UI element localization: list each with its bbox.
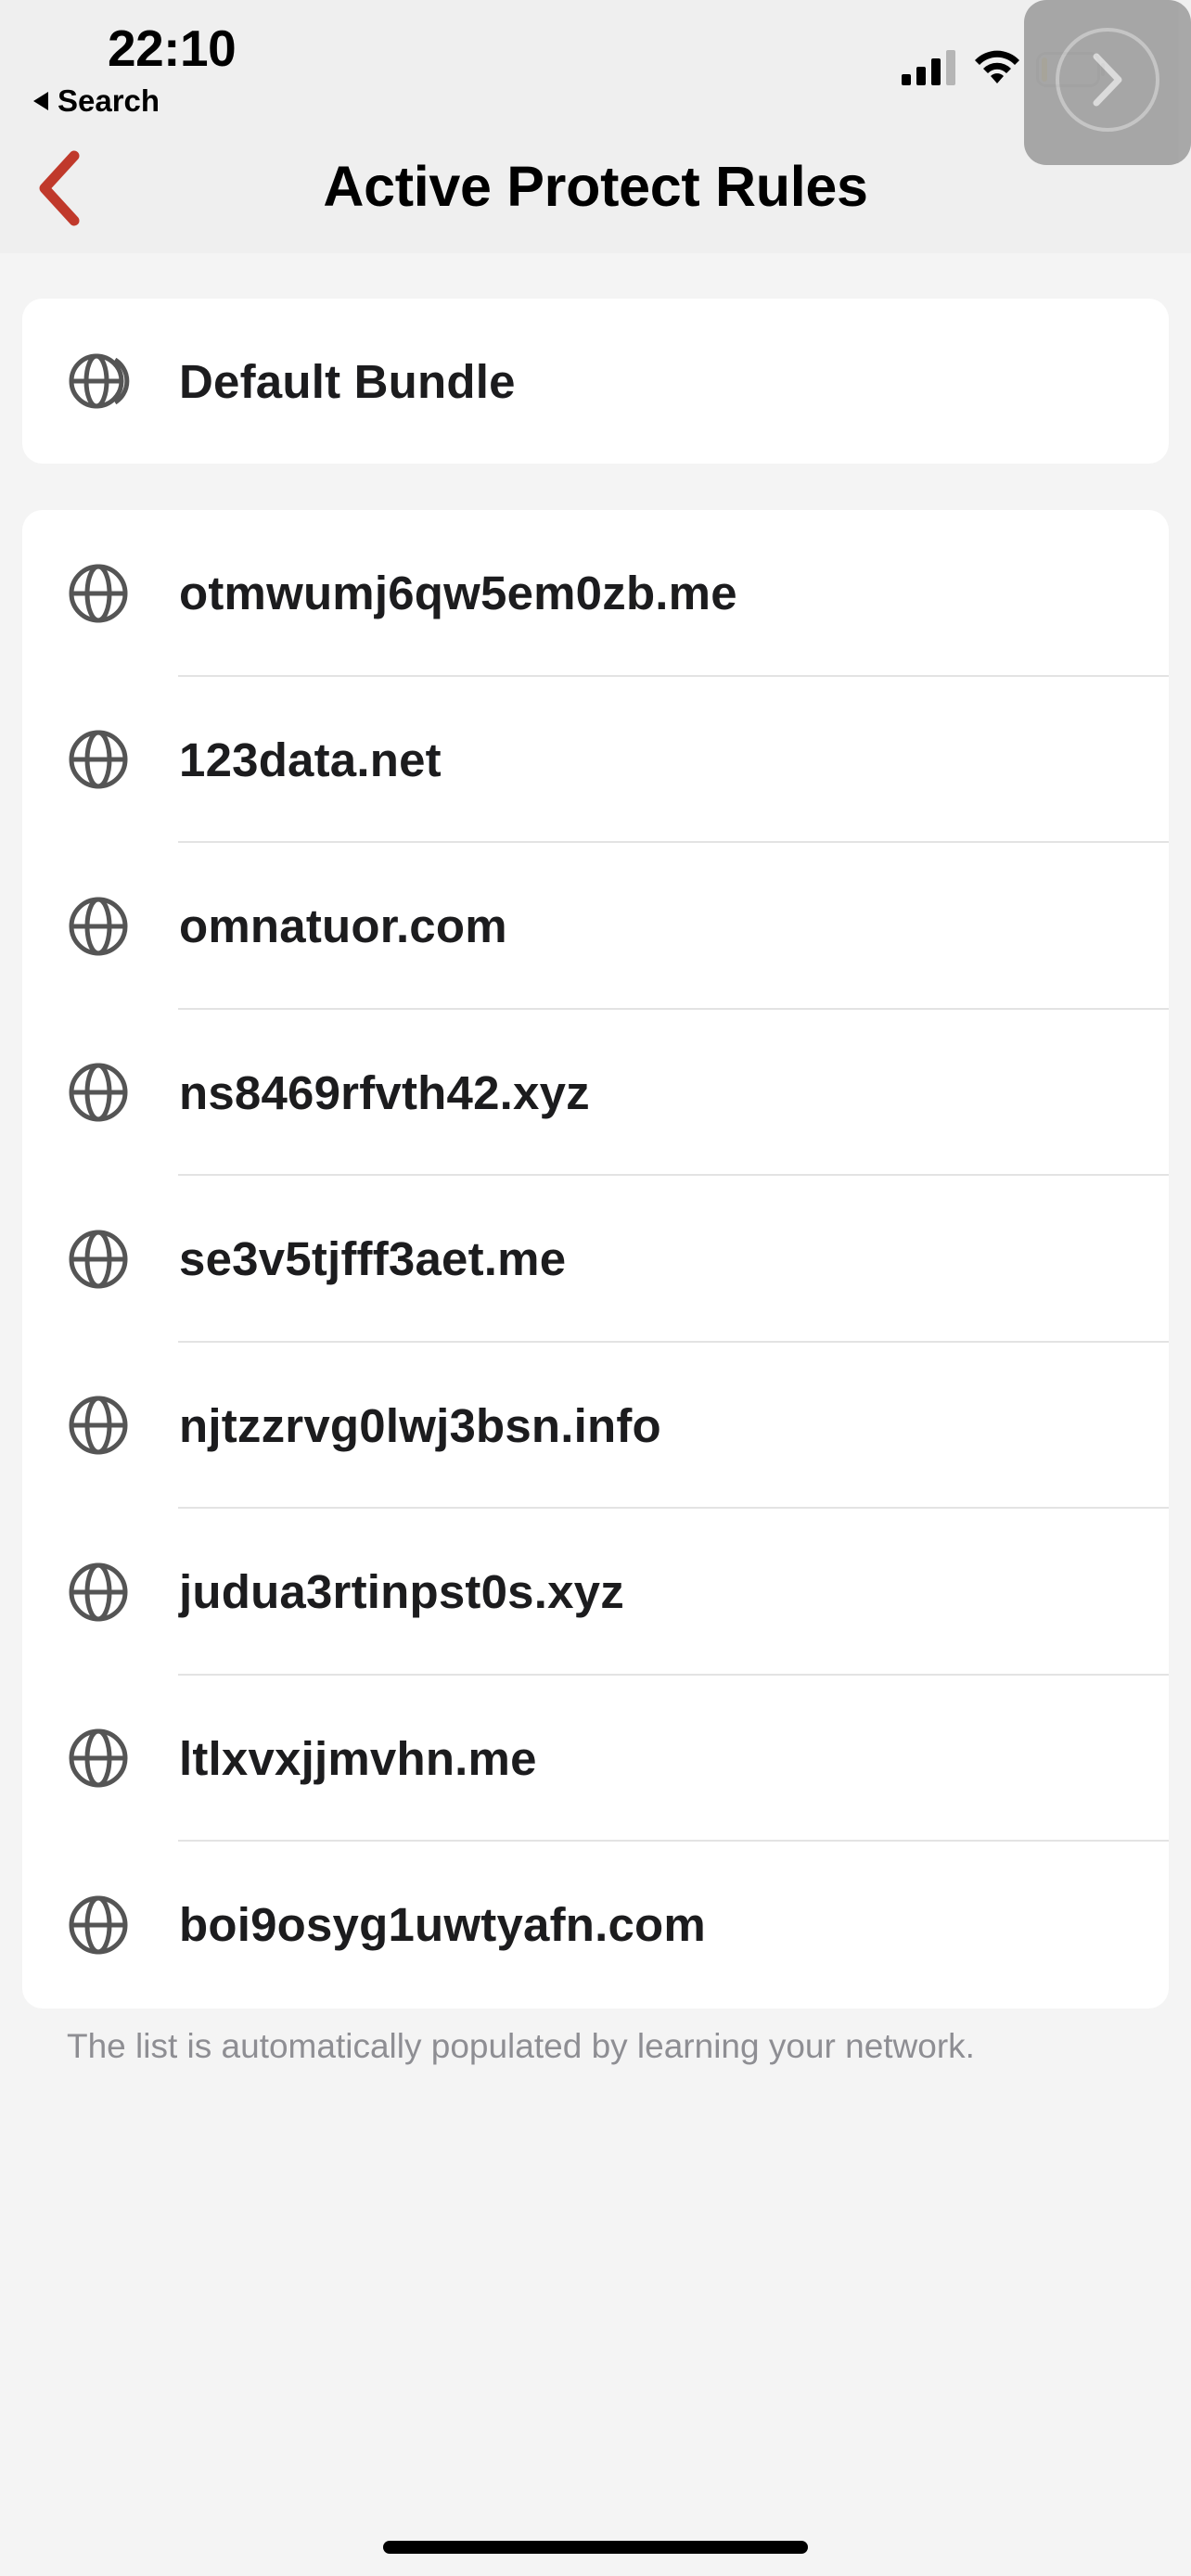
globe-icon — [69, 564, 128, 623]
list-item[interactable]: omnatuor.com — [22, 843, 1169, 1010]
list-item[interactable]: otmwumj6qw5em0zb.me — [22, 510, 1169, 677]
list-item[interactable]: njtzzrvg0lwj3bsn.info — [22, 1343, 1169, 1509]
back-to-app-button[interactable]: Search — [33, 83, 160, 119]
rule-domain-label: se3v5tjfff3aet.me — [179, 1232, 567, 1286]
status-time: 22:10 — [108, 19, 237, 77]
chevron-right-icon — [1093, 53, 1122, 107]
default-bundle-card: Default Bundle — [22, 299, 1169, 464]
list-item[interactable]: ltlxvxjjmvhn.me — [22, 1676, 1169, 1842]
globe-icon — [69, 1728, 128, 1788]
rule-domain-label: otmwumj6qw5em0zb.me — [179, 567, 737, 620]
default-bundle-row[interactable]: Default Bundle — [22, 299, 1169, 464]
rule-domain-label: ltlxvxjjmvhn.me — [179, 1731, 537, 1785]
assistive-overlay-button[interactable] — [1024, 0, 1191, 165]
cellular-signal-icon — [902, 50, 955, 85]
rule-domain-label: ns8469rfvth42.xyz — [179, 1065, 590, 1119]
footer-note: The list is automatically populated by l… — [67, 2027, 975, 2065]
rule-domain-label: 123data.net — [179, 733, 442, 786]
wifi-icon — [975, 50, 1019, 83]
rule-domain-label: omnatuor.com — [179, 899, 507, 953]
list-item[interactable]: 123data.net — [22, 677, 1169, 843]
page-title: Active Protect Rules — [323, 155, 868, 218]
back-triangle-icon — [33, 92, 48, 110]
list-item[interactable]: judua3rtinpst0s.xyz — [22, 1509, 1169, 1676]
default-bundle-label: Default Bundle — [179, 354, 516, 408]
globe-icon — [69, 1230, 128, 1289]
globe-stack-icon — [69, 353, 130, 409]
rules-list-card: otmwumj6qw5em0zb.me 123data.net omnatuor… — [22, 510, 1169, 2009]
globe-icon — [69, 730, 128, 789]
list-item[interactable]: ns8469rfvth42.xyz — [22, 1010, 1169, 1176]
screen: 22:10 Search Active Protect Rules Defaul… — [0, 0, 1191, 2576]
globe-icon — [69, 897, 128, 956]
globe-icon — [69, 1063, 128, 1122]
back-to-app-label: Search — [58, 83, 160, 118]
globe-icon — [69, 1895, 128, 1955]
rule-domain-label: njtzzrvg0lwj3bsn.info — [179, 1398, 661, 1452]
rule-domain-label: boi9osyg1uwtyafn.com — [179, 1898, 706, 1952]
list-item[interactable]: boi9osyg1uwtyafn.com — [22, 1842, 1169, 2009]
globe-icon — [69, 1396, 128, 1455]
home-indicator[interactable] — [383, 2541, 808, 2554]
rule-domain-label: judua3rtinpst0s.xyz — [179, 1565, 624, 1619]
header: 22:10 Search Active Protect Rules — [0, 0, 1191, 253]
globe-icon — [69, 1562, 128, 1622]
list-item[interactable]: se3v5tjfff3aet.me — [22, 1176, 1169, 1343]
